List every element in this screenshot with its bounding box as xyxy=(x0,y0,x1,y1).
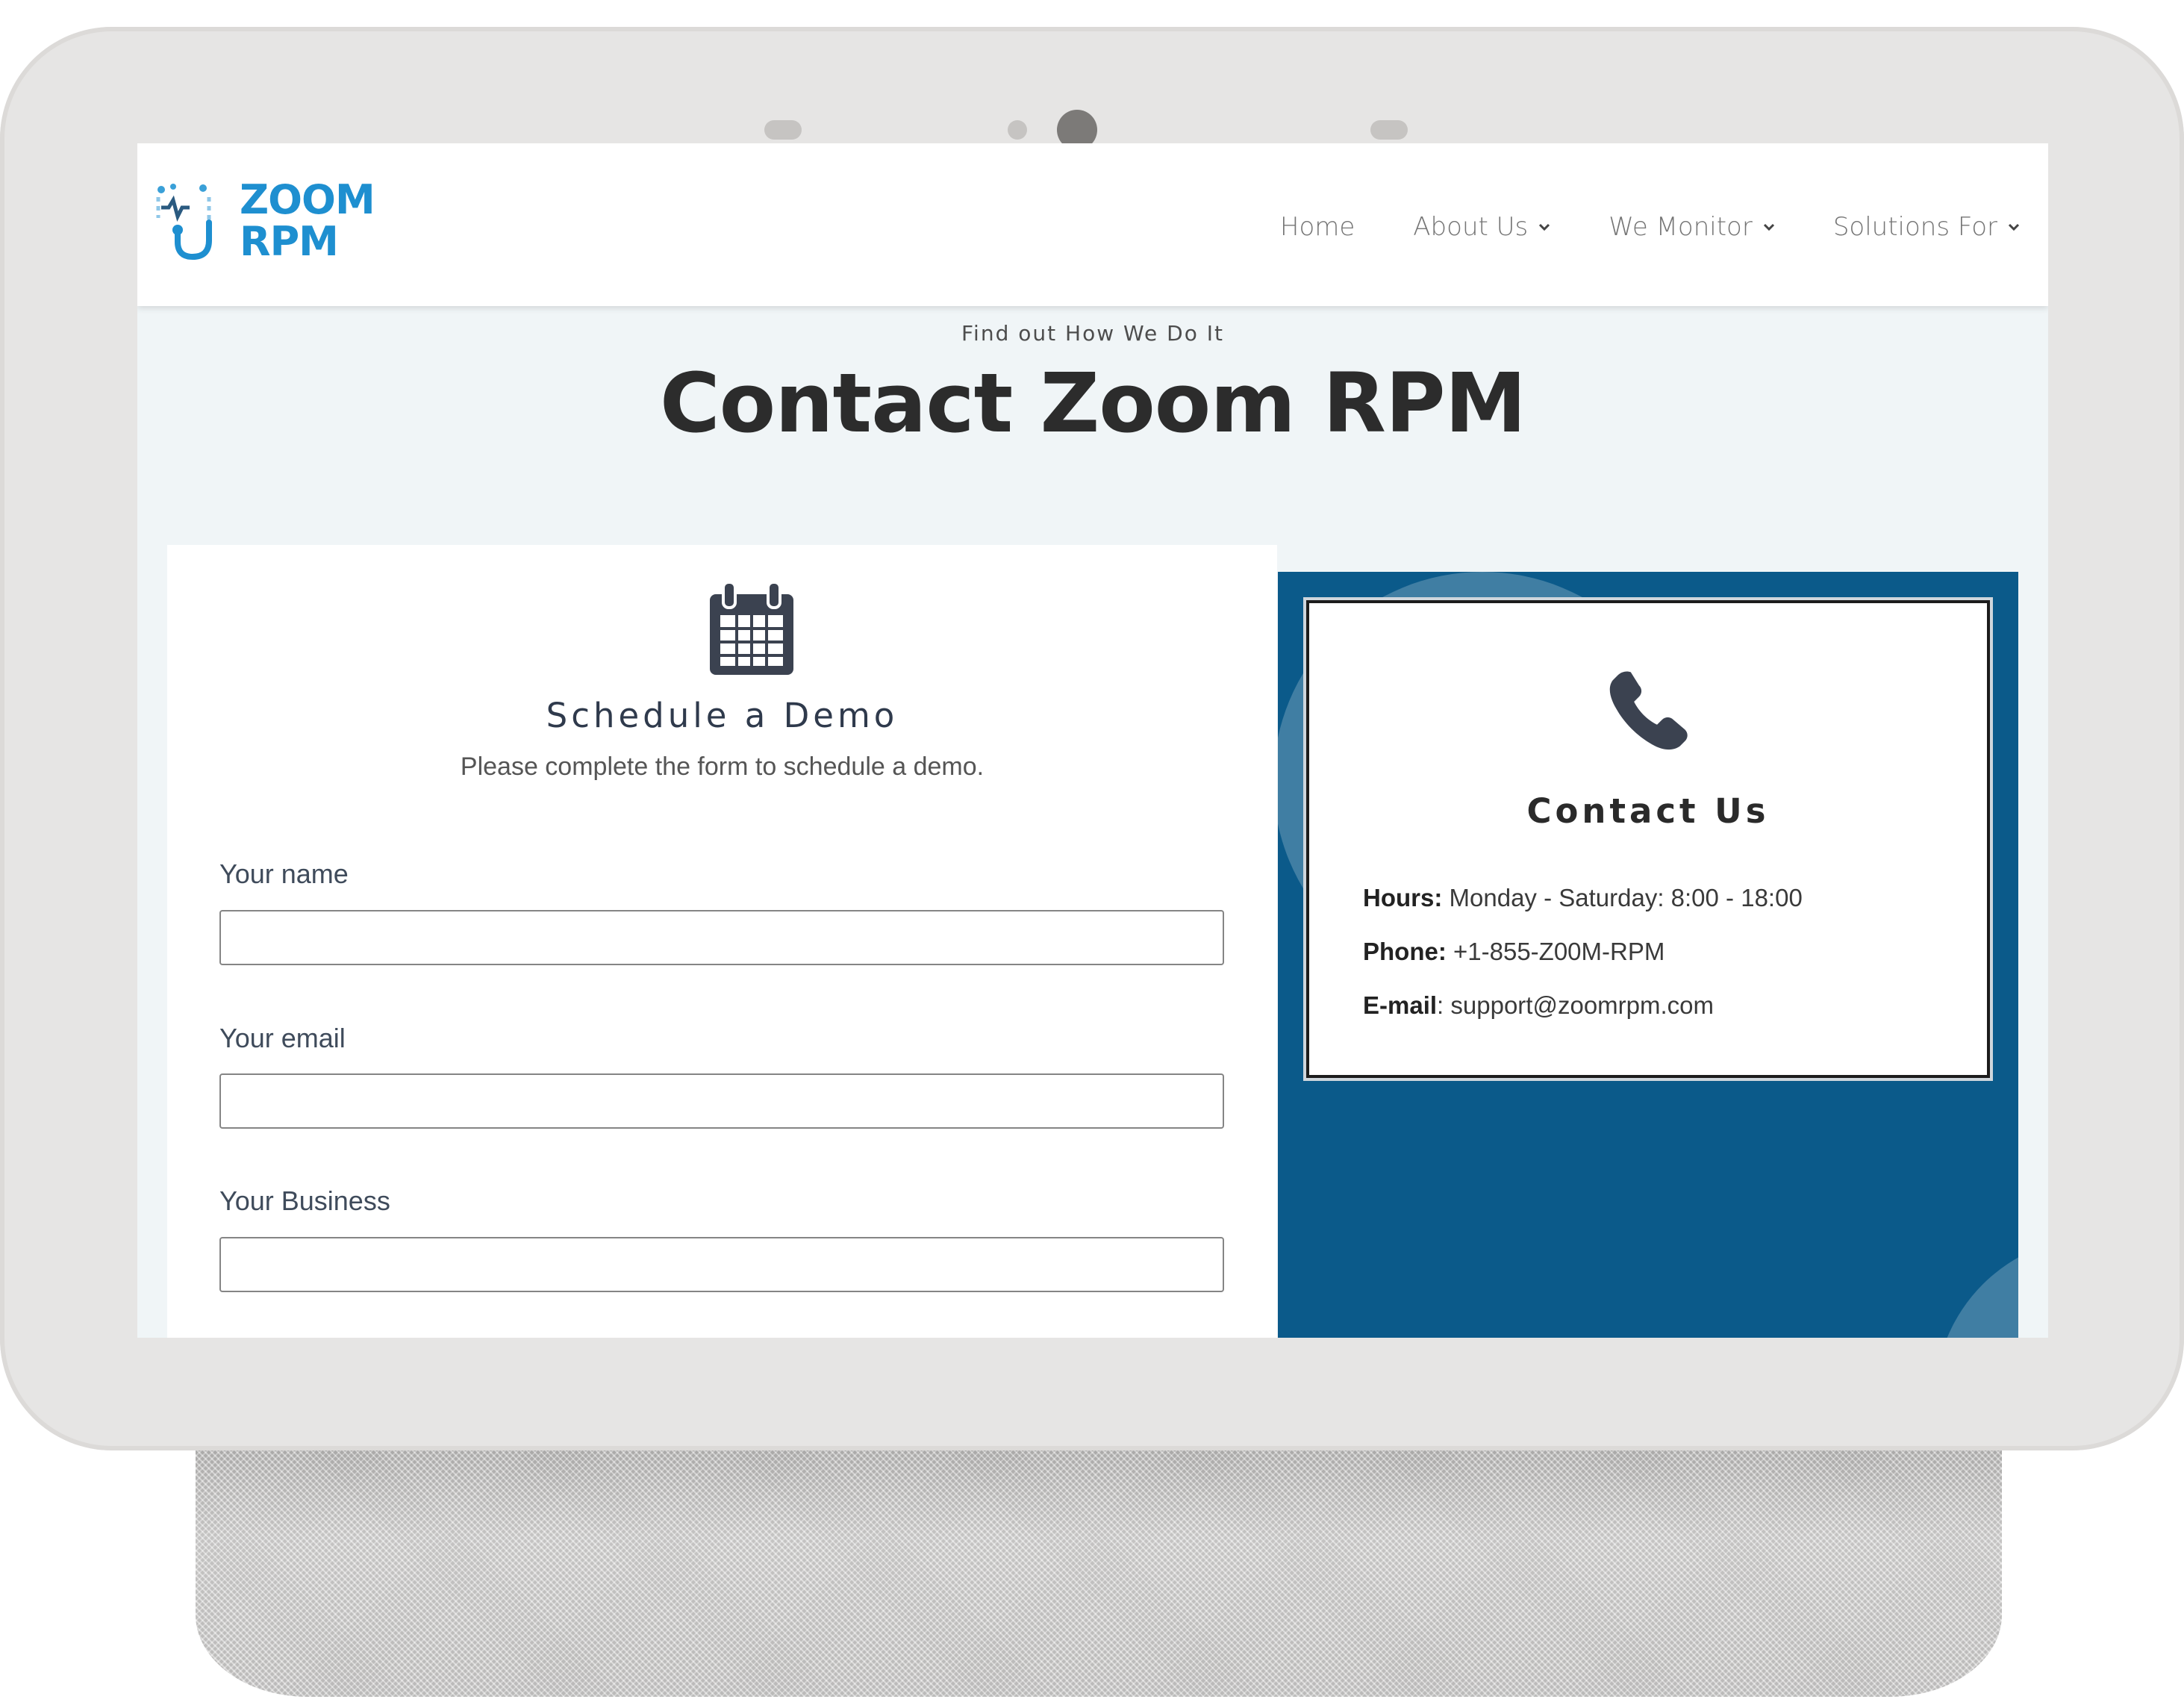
main-nav: Home About Us We Monitor Solutions For xyxy=(1222,205,2020,249)
site-logo[interactable]: ZOOM RPM xyxy=(151,179,375,269)
nav-home[interactable]: Home xyxy=(1280,212,1355,242)
demo-form-card: Schedule a Demo Please complete the form… xyxy=(167,545,1277,1338)
light-sensor xyxy=(1008,120,1027,140)
stethoscope-icon xyxy=(156,184,212,261)
name-label: Your name xyxy=(219,858,349,889)
nav-solutions-for-label: Solutions For xyxy=(1832,212,1997,242)
chevron-down-icon xyxy=(1539,223,1550,231)
phone-value[interactable]: +1-855-Z00M-RPM xyxy=(1453,938,1664,965)
contact-title: Contact Us xyxy=(1526,791,1770,831)
contact-email: E-mail: support@zoomrpm.com xyxy=(1363,991,1714,1020)
page-title: Contact Zoom RPM xyxy=(659,355,1526,451)
nav-home-label: Home xyxy=(1279,212,1355,242)
logo-word-zoom: ZOOM xyxy=(240,176,375,223)
nav-about-us-label: About Us xyxy=(1413,212,1529,242)
nav-we-monitor[interactable]: We Monitor xyxy=(1609,212,1775,242)
phone-icon xyxy=(1609,671,1688,750)
email-label: E-mail xyxy=(1363,991,1438,1019)
chevron-down-icon xyxy=(2008,223,2020,231)
nav-solutions-for[interactable]: Solutions For xyxy=(1833,212,2020,242)
nav-we-monitor-label: We Monitor xyxy=(1609,212,1753,242)
hours-value: Monday - Saturday: 8:00 - 18:00 xyxy=(1449,884,1803,911)
nav-about-us[interactable]: About Us xyxy=(1413,212,1550,242)
business-label: Your Business xyxy=(219,1185,390,1216)
hours-label: Hours: xyxy=(1363,884,1443,911)
site-header: ZOOM RPM Home About Us We Monitor Soluti… xyxy=(137,143,2048,306)
sensor-left xyxy=(764,120,802,140)
phone-label: Phone: xyxy=(1363,938,1447,965)
device-screen: ZOOM RPM Home About Us We Monitor Soluti… xyxy=(137,143,2048,1338)
chevron-down-icon xyxy=(1763,223,1774,231)
contact-phone: Phone: +1-855-Z00M-RPM xyxy=(1363,938,1664,966)
speaker-base xyxy=(196,1450,2002,1697)
form-subtitle: Please complete the form to schedule a d… xyxy=(460,752,985,781)
email-separator: : xyxy=(1437,991,1444,1019)
decorative-circle xyxy=(1935,1236,2018,1338)
logo-wordmark: ZOOM RPM xyxy=(240,179,375,263)
email-label: Your email xyxy=(219,1023,346,1053)
email-link[interactable]: support@zoomrpm.com xyxy=(1450,991,1714,1019)
email-input[interactable] xyxy=(219,1073,1224,1129)
contact-panel: Contact Us Hours: Monday - Saturday: 8:0… xyxy=(1278,572,2018,1338)
form-title: Schedule a Demo xyxy=(546,696,899,735)
contact-hours: Hours: Monday - Saturday: 8:00 - 18:00 xyxy=(1363,884,1803,912)
logo-word-rpm: RPM xyxy=(240,218,339,265)
contact-card: Contact Us Hours: Monday - Saturday: 8:0… xyxy=(1303,597,1993,1081)
name-input[interactable] xyxy=(219,910,1224,965)
calendar-icon xyxy=(710,581,793,675)
hero-eyebrow: Find out How We Do It xyxy=(961,321,1224,346)
sensor-right xyxy=(1370,120,1408,140)
business-input[interactable] xyxy=(219,1237,1224,1292)
